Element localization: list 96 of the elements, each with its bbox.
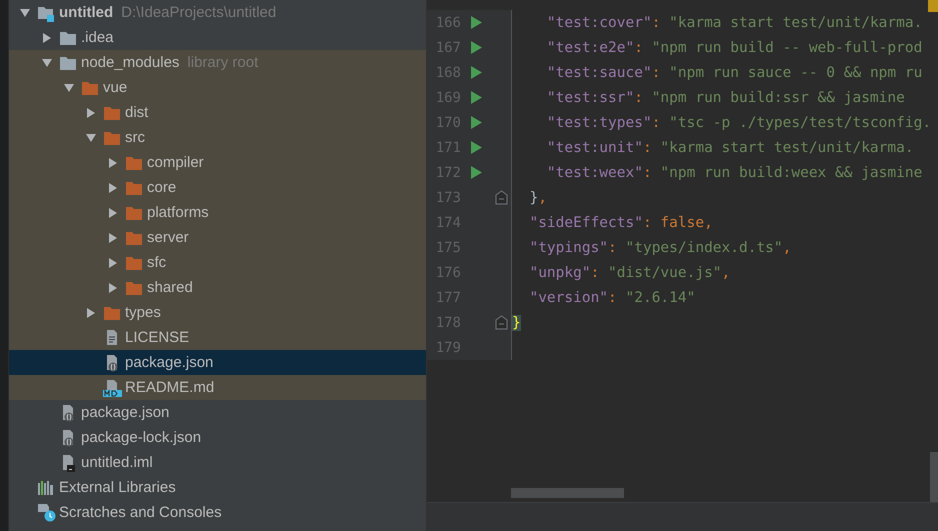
- tree-row[interactable]: node_modules library root: [9, 50, 426, 75]
- tree-item-label: vue: [103, 79, 128, 96]
- tree-item-label: Scratches and Consoles: [59, 504, 222, 521]
- folder-icon: [125, 280, 143, 296]
- tree-item-hint: library root: [187, 54, 258, 71]
- tree-row[interactable]: External Libraries: [9, 475, 426, 500]
- code-line: "test:types": "tsc -p ./types/test/tsconfig.: [546, 114, 932, 130]
- run-icon[interactable]: [470, 141, 482, 154]
- collapse-arrow-icon[interactable]: [41, 56, 53, 68]
- tree-item-label: shared: [147, 279, 193, 296]
- run-icon[interactable]: [470, 91, 482, 104]
- folder-icon: [125, 254, 143, 270]
- tree-item-label: package.json: [125, 354, 214, 371]
- tree-row[interactable]: compiler: [9, 150, 426, 175]
- folder-icon: [125, 180, 143, 196]
- tree-item-label: untitled: [59, 4, 114, 21]
- tree-row[interactable]: package.json: [9, 400, 426, 425]
- folder-icon: [59, 30, 77, 46]
- code-line: },: [528, 190, 547, 206]
- tree-item-label: types: [125, 304, 161, 321]
- code-line: "test:sauce": "npm run sauce -- 0 && npm ru: [546, 64, 922, 80]
- code-line: "test:cover": "karma start test/unit/karma.: [546, 14, 922, 30]
- fold-icon[interactable]: [494, 315, 508, 330]
- code-line: "version": "2.6.14": [528, 290, 696, 306]
- tree-item-label: package-lock.json: [81, 429, 202, 446]
- scratches-icon: [37, 503, 56, 522]
- expand-arrow-icon[interactable]: [41, 32, 53, 44]
- expand-arrow-icon[interactable]: [107, 282, 119, 294]
- selected-tree-row[interactable]: package.json: [9, 350, 426, 375]
- tree-item-label: dist: [125, 104, 148, 121]
- expand-arrow-icon[interactable]: [107, 156, 119, 168]
- libraries-icon: [37, 480, 55, 496]
- tree-item-label: LICENSE: [125, 329, 190, 346]
- vertical-scrollbar[interactable]: [930, 452, 938, 502]
- code-line: "test:e2e": "npm run build -- web-full-prod: [546, 40, 922, 56]
- code-line: "typings": "types/index.d.ts",: [528, 240, 792, 256]
- warning-marker[interactable]: [928, 0, 938, 12]
- tree-item-label: package.json: [81, 404, 170, 421]
- tree-row[interactable]: server: [9, 225, 426, 250]
- tree-row[interactable]: core: [9, 175, 426, 200]
- folder-icon: [81, 80, 99, 96]
- folder-icon: [125, 204, 143, 220]
- expand-arrow-icon[interactable]: [107, 232, 119, 244]
- tree-row[interactable]: .idea: [9, 25, 426, 50]
- expand-arrow-icon[interactable]: [85, 306, 97, 318]
- collapse-arrow-icon[interactable]: [63, 82, 75, 94]
- tree-item-label: untitled.iml: [81, 454, 153, 471]
- horizontal-scrollbar[interactable]: [511, 488, 624, 498]
- tree-item-label: compiler: [147, 154, 204, 171]
- folder-icon: [59, 54, 77, 70]
- code-line: "test:weex": "npm run build:weex && jasmine: [546, 164, 922, 180]
- tree-row[interactable]: types: [9, 300, 426, 325]
- run-icon[interactable]: [470, 116, 482, 129]
- markdown-file-icon: [103, 378, 122, 396]
- tree-item-label: server: [147, 229, 189, 246]
- tree-row[interactable]: sfc: [9, 250, 426, 275]
- folder-icon: [125, 154, 143, 170]
- collapse-arrow-icon[interactable]: [19, 6, 31, 18]
- code-line: "test:ssr": "npm run build:ssr && jasmine: [546, 90, 905, 106]
- folder-icon: [103, 130, 121, 146]
- tree-item-label: README.md: [125, 379, 214, 396]
- run-icon[interactable]: [470, 166, 482, 179]
- tree-row[interactable]: README.md: [9, 375, 426, 400]
- tree-item-label: node_modules: [81, 54, 180, 71]
- tree-row[interactable]: untitled D:\IdeaProjects\untitled: [9, 0, 426, 25]
- folder-icon: [103, 304, 121, 320]
- collapse-arrow-icon[interactable]: [85, 132, 97, 144]
- tree-item-label: core: [147, 179, 176, 196]
- tree-row[interactable]: dist: [9, 100, 426, 125]
- expand-arrow-icon[interactable]: [85, 106, 97, 118]
- folder-icon: [103, 104, 121, 120]
- fold-icon[interactable]: [494, 190, 508, 205]
- tree-row[interactable]: untitled.iml: [9, 450, 426, 475]
- tree-item-label: src: [125, 129, 145, 146]
- tree-item-label: .idea: [81, 29, 114, 46]
- run-icon[interactable]: [470, 41, 482, 54]
- tree-row[interactable]: shared: [9, 275, 426, 300]
- run-icon[interactable]: [470, 16, 482, 29]
- code-line: "test:unit": "karma start test/unit/karma.: [546, 140, 914, 156]
- tree-row[interactable]: package-lock.json: [9, 425, 426, 450]
- tree-item-hint: D:\IdeaProjects\untitled: [121, 4, 276, 21]
- run-icon[interactable]: [470, 66, 482, 79]
- tree-item-label: External Libraries: [59, 479, 176, 496]
- code-line: "unpkg": "dist/vue.js",: [528, 264, 730, 280]
- tree-row[interactable]: LICENSE: [9, 325, 426, 350]
- code-line: "sideEffects": false,: [528, 214, 713, 230]
- tree-row[interactable]: Scratches and Consoles: [9, 500, 426, 525]
- tree-row[interactable]: platforms: [9, 200, 426, 225]
- tree-item-label: platforms: [147, 204, 209, 221]
- expand-arrow-icon[interactable]: [107, 182, 119, 194]
- tree-row[interactable]: src: [9, 125, 426, 150]
- tree-item-label: sfc: [147, 254, 166, 271]
- tree-row[interactable]: vue: [9, 75, 426, 100]
- expand-arrow-icon[interactable]: [107, 206, 119, 218]
- expand-arrow-icon[interactable]: [107, 256, 119, 268]
- folder-icon: [125, 230, 143, 246]
